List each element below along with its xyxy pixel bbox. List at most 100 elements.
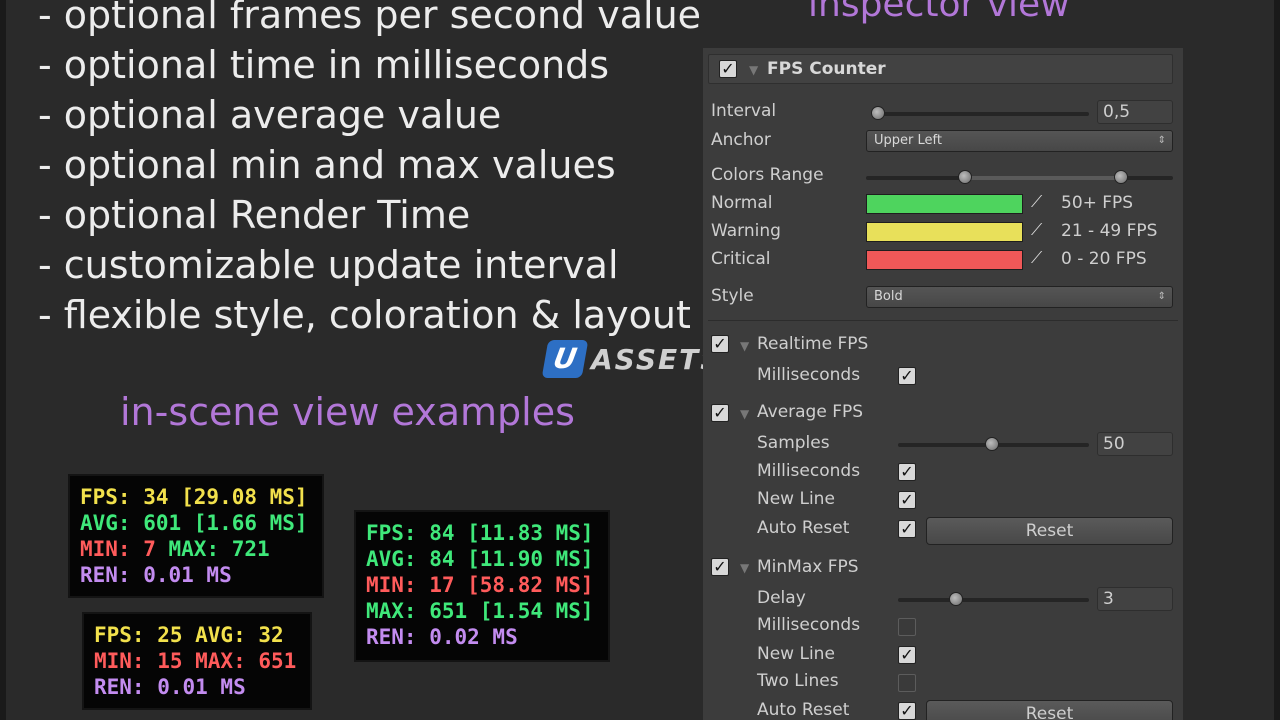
feature-list: - optional frames per second value - opt… [38, 0, 701, 342]
minmax-new-line-checkbox[interactable]: ✓ [898, 646, 916, 664]
fps-readout-line: AVG: 601 [1.66 MS] [80, 510, 312, 536]
feature-item: - optional time in milliseconds [38, 43, 610, 87]
left-border [0, 0, 6, 720]
inspector-view-heading: inspector view [808, 0, 1070, 25]
warning-range-label: 21 - 49 FPS [1061, 221, 1158, 241]
anchor-dropdown-value: Upper Left [874, 133, 942, 148]
fps-readout-line: MIN: 7 MAX: 721 [80, 536, 312, 562]
anchor-dropdown[interactable]: Upper Left ⇕ [866, 130, 1173, 152]
minmax-milliseconds-label: Milliseconds [757, 615, 861, 635]
normal-range-label: 50+ FPS [1061, 193, 1134, 213]
critical-label: Critical [711, 249, 771, 269]
fps-readout-line: FPS: 34 [29.08 MS] [80, 484, 312, 510]
right-border [1274, 0, 1280, 720]
anchor-label: Anchor [711, 130, 771, 150]
two-lines-label: Two Lines [757, 671, 839, 691]
fps-readout-line: MIN: 17 [58.82 MS] [366, 572, 598, 598]
fps-readout-segment: MAX: 721 [168, 537, 270, 561]
fps-readout-line: FPS: 25 AVG: 32 [94, 622, 300, 648]
foldout-arrow-icon[interactable]: ▼ [740, 339, 749, 353]
interval-slider-handle[interactable] [871, 106, 885, 120]
critical-color-swatch[interactable] [866, 250, 1023, 270]
realtime-milliseconds-checkbox[interactable]: ✓ [898, 367, 916, 385]
component-enabled-checkbox[interactable]: ✓ [719, 60, 737, 78]
colors-range-slider-fill [965, 176, 1123, 180]
delay-slider-track[interactable] [898, 598, 1089, 602]
interval-input[interactable]: 0,5 [1097, 100, 1173, 124]
average-new-line-label: New Line [757, 489, 835, 509]
warning-label: Warning [711, 221, 781, 241]
inspector-panel: ✓ ▼ FPS Counter Interval 0,5 Anchor Uppe… [703, 48, 1183, 720]
foldout-arrow-icon[interactable]: ▼ [749, 63, 758, 77]
minmax-new-line-label: New Line [757, 644, 835, 664]
interval-slider-track[interactable] [873, 112, 1089, 116]
delay-slider-handle[interactable] [949, 592, 963, 606]
fps-readout-segment: FPS: 34 [29.08 MS] [80, 485, 308, 509]
watermark-badge: U [541, 340, 589, 378]
fps-readout-segment: MIN: 7 [80, 537, 169, 561]
fps-readout-segment: MIN: 15 MAX: 651 [94, 649, 297, 673]
foldout-arrow-icon[interactable]: ▼ [740, 561, 749, 575]
colors-range-max-handle[interactable] [1114, 170, 1128, 184]
fps-readout-line: REN: 0.01 MS [94, 674, 300, 700]
minmax-auto-reset-label: Auto Reset [757, 700, 850, 720]
feature-item: - flexible style, coloration & layout [38, 293, 691, 337]
foldout-arrow-icon[interactable]: ▼ [740, 407, 749, 421]
interval-label: Interval [711, 101, 777, 121]
component-title: FPS Counter [767, 59, 886, 79]
fps-readout-segment: FPS: 25 AVG: 32 [94, 623, 284, 647]
fps-readout-segment: MAX: 651 [1.54 MS] [366, 599, 594, 623]
feature-item: - optional average value [38, 93, 502, 137]
dropdown-arrows-icon: ⇕ [1157, 291, 1166, 302]
average-auto-reset-label: Auto Reset [757, 518, 850, 538]
minmax-reset-button[interactable]: Reset [926, 700, 1173, 720]
colors-range-min-handle[interactable] [958, 170, 972, 184]
scene-view-heading: in-scene view examples [120, 390, 575, 434]
minmax-milliseconds-checkbox[interactable] [898, 618, 916, 636]
fps-readout-segment: AVG: 601 [1.66 MS] [80, 511, 308, 535]
component-header: ✓ ▼ FPS Counter [708, 54, 1173, 84]
normal-label: Normal [711, 193, 773, 213]
minmax-fps-checkbox[interactable]: ✓ [711, 558, 729, 576]
minmax-auto-reset-checkbox[interactable]: ✓ [898, 702, 916, 720]
feature-item: - optional Render Time [38, 193, 471, 237]
realtime-fps-checkbox[interactable]: ✓ [711, 335, 729, 353]
average-milliseconds-checkbox[interactable]: ✓ [898, 463, 916, 481]
normal-color-swatch[interactable] [866, 194, 1023, 214]
fps-example-box-2: FPS: 25 AVG: 32 MIN: 15 MAX: 651 REN: 0.01… [82, 612, 312, 710]
fps-readout-segment: AVG: 84 [11.90 MS] [366, 547, 594, 571]
two-lines-checkbox[interactable] [898, 674, 916, 692]
style-dropdown[interactable]: Bold ⇕ [866, 286, 1173, 308]
feature-item: - customizable update interval [38, 243, 619, 287]
fps-readout-line: MIN: 15 MAX: 651 [94, 648, 300, 674]
feature-item: - optional min and max values [38, 143, 616, 187]
minmax-fps-label: MinMax FPS [757, 557, 859, 577]
dropdown-arrows-icon: ⇕ [1157, 135, 1166, 146]
feature-item: - optional frames per second value [38, 0, 702, 37]
fps-readout-line: AVG: 84 [11.90 MS] [366, 546, 598, 572]
delay-input[interactable]: 3 [1097, 587, 1173, 611]
realtime-fps-label: Realtime FPS [757, 334, 869, 354]
fps-readout-line: FPS: 84 [11.83 MS] [366, 520, 598, 546]
average-auto-reset-checkbox[interactable]: ✓ [898, 520, 916, 538]
eyedropper-icon[interactable]: ⟋ [1031, 248, 1042, 268]
style-dropdown-value: Bold [874, 289, 903, 304]
fps-readout-segment: REN: 0.01 MS [94, 675, 246, 699]
eyedropper-icon[interactable]: ⟋ [1031, 220, 1042, 240]
realtime-milliseconds-label: Milliseconds [757, 365, 861, 385]
fps-readout-segment: REN: 0.02 MS [366, 625, 518, 649]
fps-example-box-1: FPS: 34 [29.08 MS] AVG: 601 [1.66 MS] MIN:… [68, 474, 324, 598]
critical-range-label: 0 - 20 FPS [1061, 249, 1147, 269]
samples-input[interactable]: 50 [1097, 432, 1173, 456]
eyedropper-icon[interactable]: ⟋ [1031, 192, 1042, 212]
average-milliseconds-label: Milliseconds [757, 461, 861, 481]
average-reset-button[interactable]: Reset [926, 517, 1173, 545]
average-new-line-checkbox[interactable]: ✓ [898, 491, 916, 509]
fps-readout-segment: MIN: 17 [58.82 MS] [366, 573, 594, 597]
fps-readout-line: MAX: 651 [1.54 MS] [366, 598, 598, 624]
fps-readout-line: REN: 0.01 MS [80, 562, 312, 588]
average-fps-label: Average FPS [757, 402, 864, 422]
warning-color-swatch[interactable] [866, 222, 1023, 242]
samples-slider-handle[interactable] [985, 437, 999, 451]
average-fps-checkbox[interactable]: ✓ [711, 404, 729, 422]
